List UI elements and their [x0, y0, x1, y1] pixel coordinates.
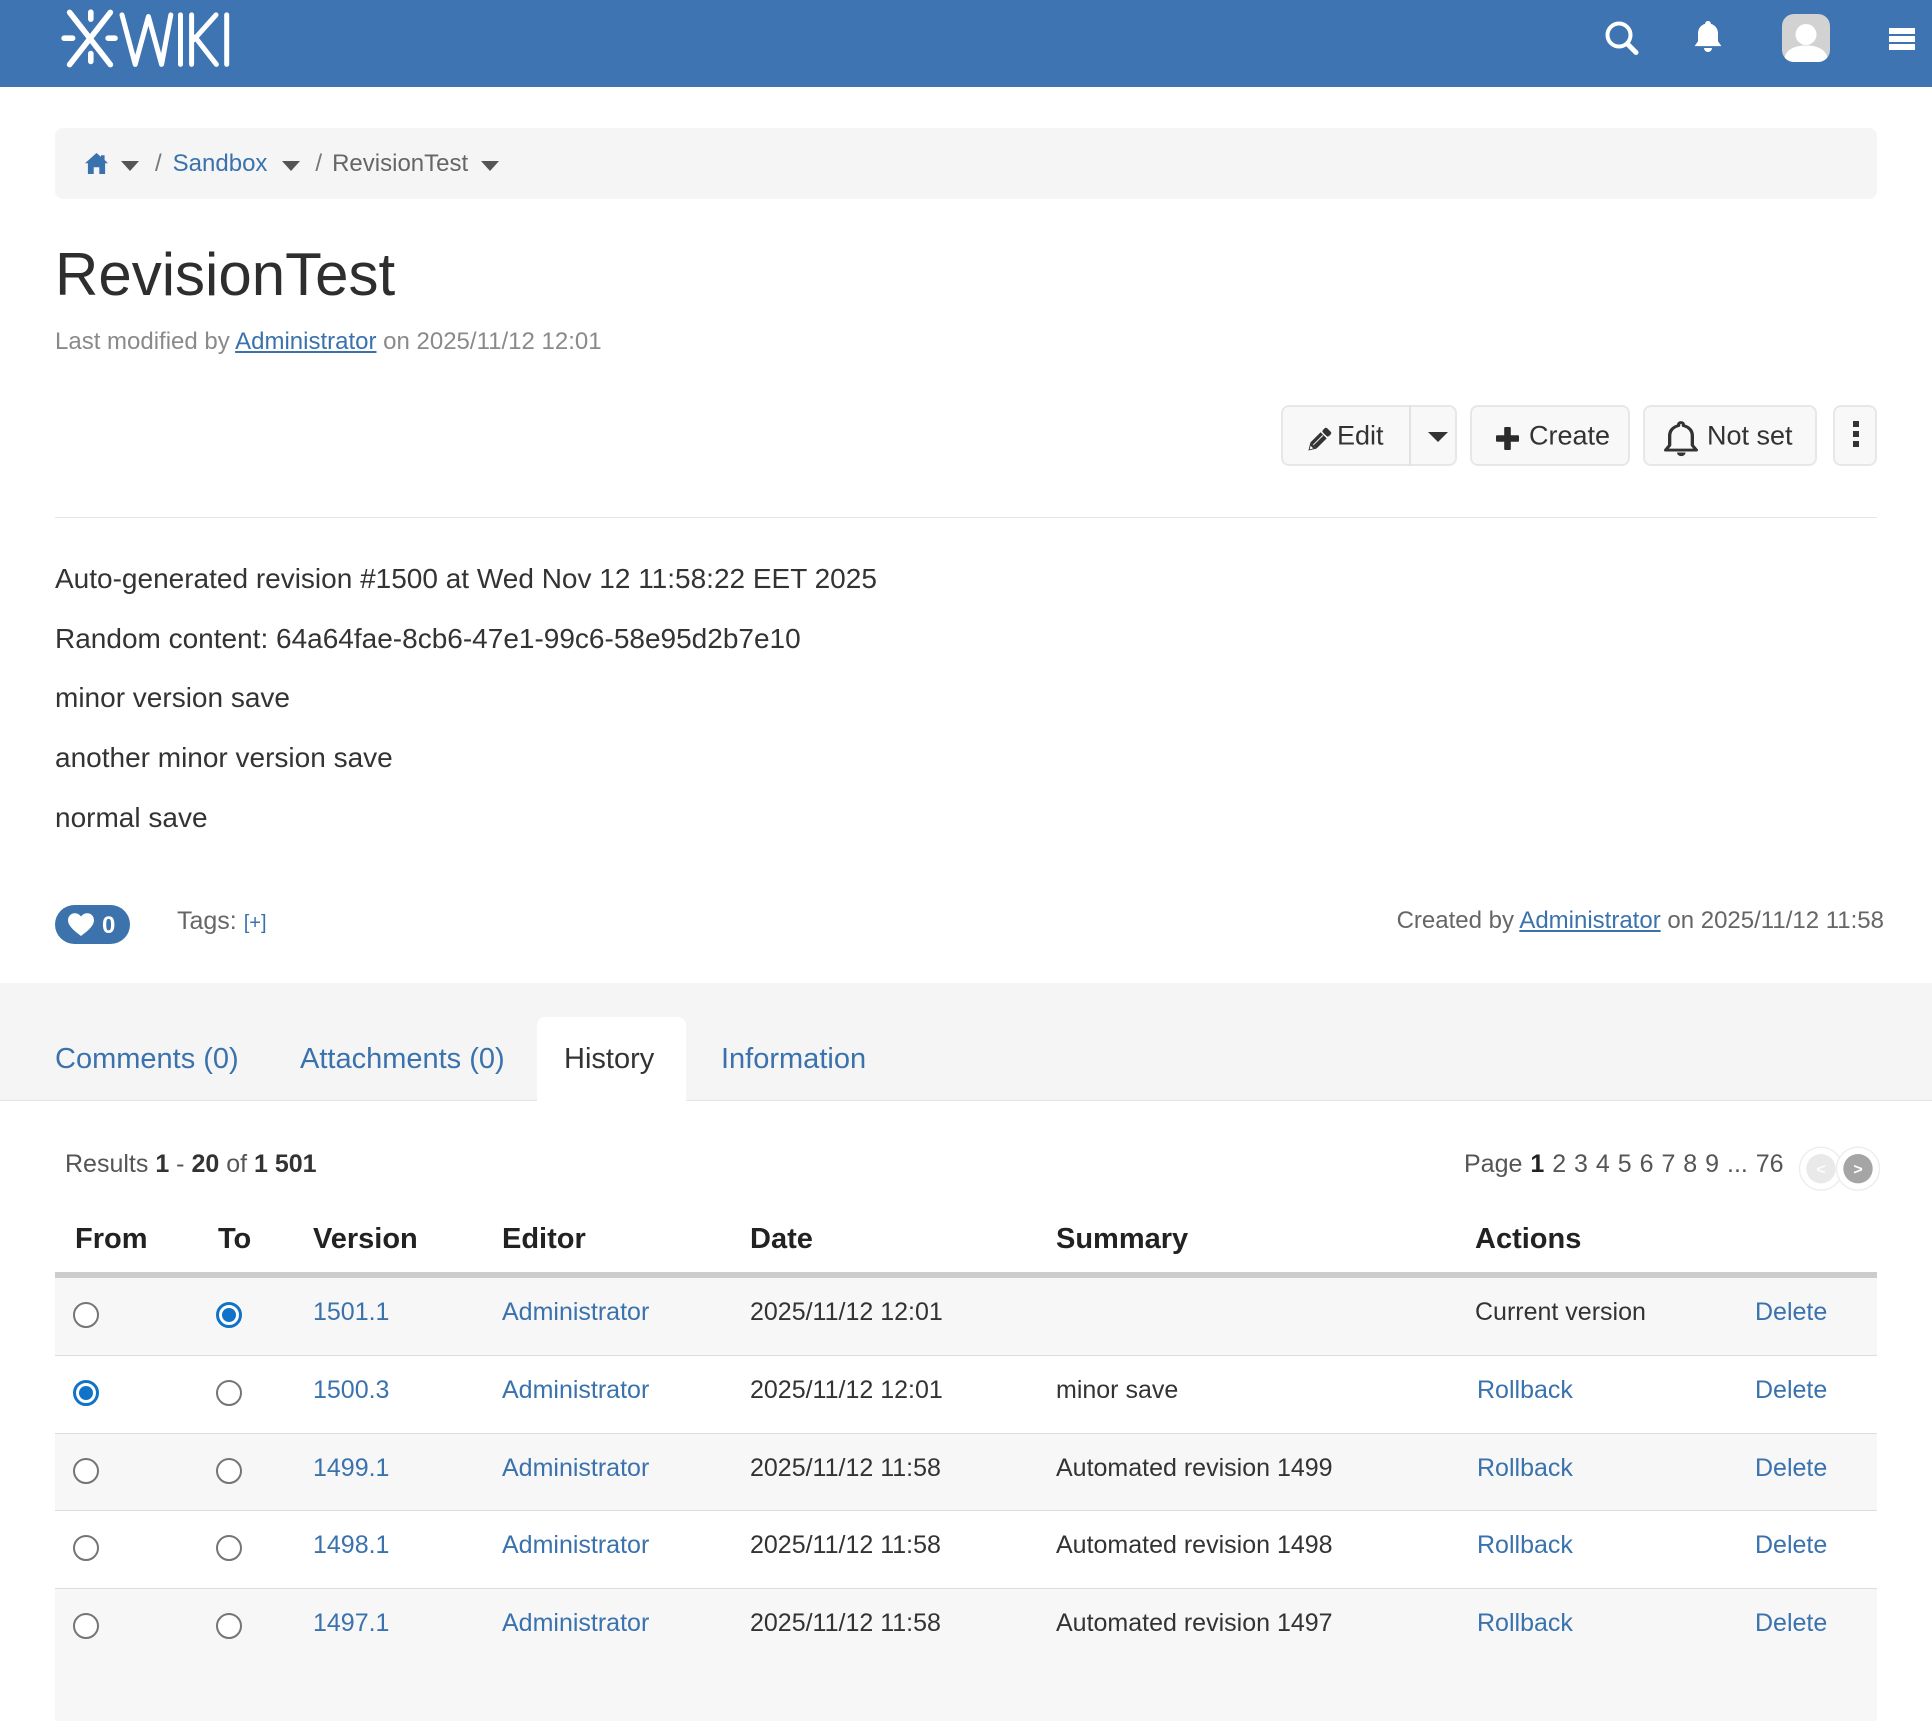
svg-text:>: >: [1853, 1162, 1862, 1179]
svg-text:<: <: [1816, 1162, 1825, 1179]
